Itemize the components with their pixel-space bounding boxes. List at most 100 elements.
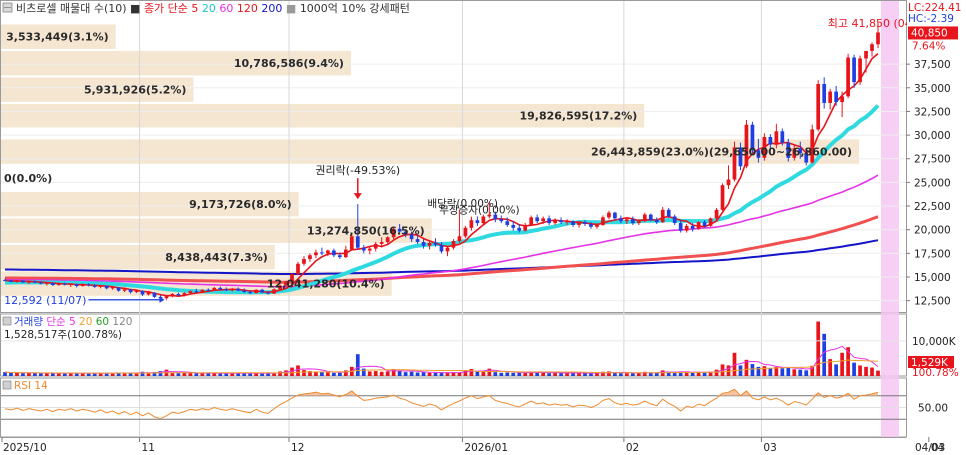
candle-body [421,241,426,246]
candle-body [39,282,43,284]
date-tick-label: 02 [626,442,639,454]
candle-body [720,185,725,210]
volume-bar [415,372,420,376]
date-tick-label: 11 [142,442,155,454]
candle-body [21,280,25,283]
volume-bar [200,373,205,376]
volume-bar [630,373,635,376]
candle-body [708,218,713,226]
volume-bar [493,372,498,376]
volume-bar [176,373,181,376]
date-tick-label: 12 [291,442,304,454]
volume-profile-label: 26,443,859(23.0%)(29,650.00~26,860.00) [591,146,852,159]
volume-profile-label: 5,931,926(5.2%) [84,84,187,97]
candle-body [361,247,366,251]
low-label: 최저 12,592 (11/07) [0,294,86,307]
volume-bar [302,370,306,376]
volume-panel-border [0,313,907,377]
candle-body [595,224,599,227]
candle [744,119,749,169]
legend-item: 20 [202,2,216,15]
volume-bar [427,372,432,376]
candle-body [302,259,306,264]
candle-body [116,287,121,291]
candle-body [660,209,665,223]
candle-body [475,220,480,224]
candle-body [780,131,785,143]
volume-legend-part: 단순 [43,316,69,328]
date-tick-label: 03 [763,442,776,454]
event-label: 무상증자(0.00%) [439,205,519,217]
volume-bar [290,367,294,376]
volume-bar [206,373,211,376]
candle-body [541,218,546,222]
highlight-band [880,1,899,437]
volume-bar [320,372,324,376]
volume-legend-part: 60 [96,316,113,328]
candle-body [367,248,372,251]
candle-body [840,96,844,102]
volume-bar [768,368,773,376]
candle-body [9,280,13,282]
candle-body [678,223,683,231]
volume-bar [260,373,264,376]
price-tick-label: 12,500 [914,296,951,308]
candle-body [870,44,874,51]
candle-body [206,289,211,291]
candle-body [200,289,205,292]
candle-body [666,209,671,217]
candle-body [583,222,587,225]
candle-body [816,84,821,130]
candle-body [385,237,390,242]
price-tick-label: 37,500 [914,59,951,71]
header-legend: 비츠로셀 매물대 수(10) ■ 종가 단순 5 20 60 120 200 ■… [16,2,410,15]
candle [696,221,701,230]
volume-bar [230,373,235,376]
candle-body [188,291,193,294]
candle-body [517,227,522,231]
date-tick-label: 2026/01 [464,442,508,454]
rsi-legend: RSI 14 [14,380,48,392]
rsi-tick-label: 50.00 [918,403,948,415]
volume-legend-part: 5 [69,316,79,328]
volume-bar [852,362,856,376]
candle-body [343,249,348,258]
current-price: 40,850 [911,27,948,39]
candle-body [451,241,456,248]
candle-body [308,255,312,260]
candle-body [523,224,528,231]
hc-label: HC:-2.39 [908,13,954,25]
candle-body [45,282,49,284]
volume-bar [469,368,474,376]
candle-body [134,290,139,293]
volume-bar [326,372,330,376]
candle [720,183,725,211]
price-tick-label: 30,000 [914,130,951,142]
volume-profile-label: 12,041,280(10.4%) [267,278,385,291]
volume-bar [714,369,719,376]
candle-body [702,222,707,226]
volume-bar [278,371,282,376]
volume-bar [804,370,809,376]
volume-bar [780,368,785,376]
candle [816,80,821,132]
stock-chart[interactable]: 3,533,449(3.1%) 10,786,586(9.4%) 5,931,926… [0,0,966,455]
candle-body [242,290,247,293]
candle-body [846,57,850,97]
candle-body [194,291,199,293]
volume-bar [786,367,791,376]
candle-body [122,289,127,291]
candle-body [33,281,37,283]
candle-body [565,221,569,223]
volume-profile-label: 8,438,443(7.3%) [165,251,268,264]
candle-body [62,283,67,285]
volume-bar [792,369,797,376]
volume-bar [816,321,821,376]
candle-body [170,294,175,297]
candle-body [696,222,701,229]
volume-bar [421,372,426,376]
candle-body [27,281,31,283]
legend-item: 120 [237,2,258,15]
candle-body [625,219,629,222]
candle-body [828,91,833,103]
